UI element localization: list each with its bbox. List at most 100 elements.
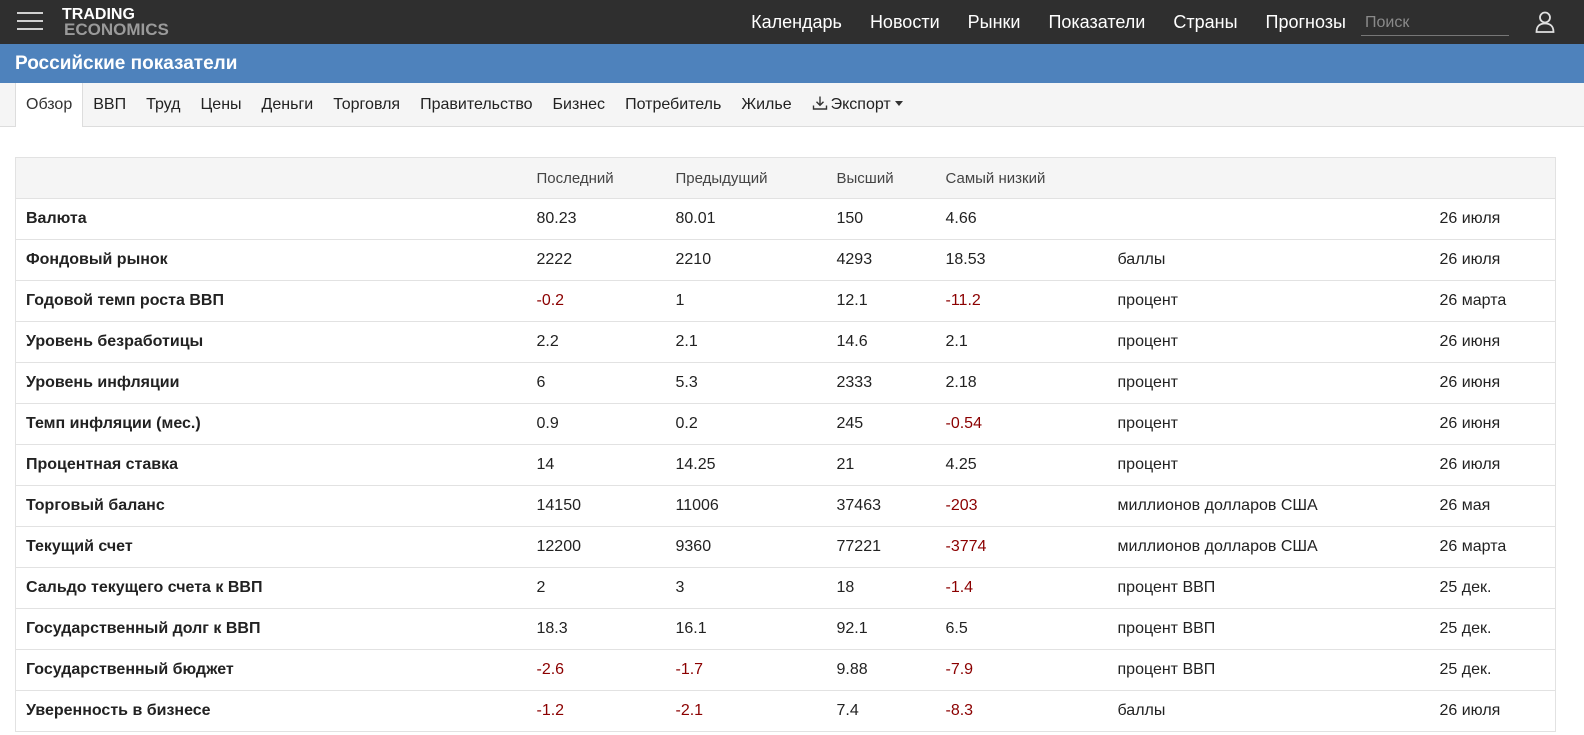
nav-forecasts[interactable]: Прогнозы bbox=[1266, 12, 1346, 33]
previous-value: 1 bbox=[665, 280, 827, 322]
low-value: -0.54 bbox=[935, 403, 1108, 445]
table-row[interactable]: Государственный долг к ВВП 18.3 16.1 92.1 6.… bbox=[15, 608, 1556, 650]
nav-markets[interactable]: Рынки bbox=[968, 12, 1021, 33]
tab-government[interactable]: Правительство bbox=[410, 83, 542, 127]
low-value: -8.3 bbox=[935, 690, 1108, 732]
export-label: Экспорт bbox=[830, 96, 891, 113]
indicator-name[interactable]: Государственный долг к ВВП bbox=[15, 608, 527, 650]
table-row[interactable]: Уровень инфляции 6 5.3 2333 2.18 процент 26 ию… bbox=[15, 362, 1556, 404]
unit-label: процент ВВП bbox=[1107, 567, 1430, 609]
table-row[interactable]: Государственный бюджет -2.6 -1.7 9.88 -7.9 пр… bbox=[15, 649, 1556, 691]
indicator-name[interactable]: Уровень безработицы bbox=[15, 321, 527, 363]
nav-indicators[interactable]: Показатели bbox=[1048, 12, 1145, 33]
high-value: 4293 bbox=[826, 239, 936, 281]
indicator-name[interactable]: Торговый баланс bbox=[15, 485, 527, 527]
header-unit bbox=[1107, 157, 1430, 199]
indicator-name[interactable]: Фондовый рынок bbox=[15, 239, 527, 281]
unit-label: процент bbox=[1107, 403, 1430, 445]
table-row[interactable]: Текущий счет 12200 9360 77221 -3774 миллионов… bbox=[15, 526, 1556, 568]
indicator-name[interactable]: Валюта bbox=[15, 198, 527, 240]
user-icon[interactable] bbox=[1535, 11, 1555, 33]
high-value: 92.1 bbox=[826, 608, 936, 650]
tab-labour[interactable]: Труд bbox=[136, 83, 190, 127]
indicator-name[interactable]: Темп инфляции (мес.) bbox=[15, 403, 527, 445]
indicator-name[interactable]: Текущий счет bbox=[15, 526, 527, 568]
table-row[interactable]: Уверенность в бизнесе -1.2 -2.1 7.4 -8.3 балл… bbox=[15, 690, 1556, 732]
page-title-bar: Российские показатели bbox=[0, 44, 1584, 83]
low-value: -3774 bbox=[935, 526, 1108, 568]
reference-date: 26 марта bbox=[1429, 280, 1556, 322]
previous-value: 5.3 bbox=[665, 362, 827, 404]
header-previous[interactable]: Предыдущий bbox=[665, 157, 827, 199]
tab-overview[interactable]: Обзор bbox=[15, 83, 84, 127]
unit-label: процент bbox=[1107, 321, 1430, 363]
table-row[interactable]: Темп инфляции (мес.) 0.9 0.2 245 -0.54 процен… bbox=[15, 403, 1556, 445]
previous-value: 16.1 bbox=[665, 608, 827, 650]
nav-countries[interactable]: Страны bbox=[1173, 12, 1237, 33]
low-value: 2.18 bbox=[935, 362, 1108, 404]
header-low[interactable]: Самый низкий bbox=[935, 157, 1108, 199]
unit-label: баллы bbox=[1107, 690, 1430, 732]
nav-calendar[interactable]: Календарь bbox=[751, 12, 842, 33]
high-value: 14.6 bbox=[826, 321, 936, 363]
unit-label: процент bbox=[1107, 444, 1430, 486]
last-value: 14150 bbox=[526, 485, 666, 527]
export-dropdown-button[interactable]: Экспорт bbox=[802, 83, 913, 127]
tab-money[interactable]: Деньги bbox=[252, 83, 324, 127]
previous-value: 14.25 bbox=[665, 444, 827, 486]
unit-label: процент bbox=[1107, 362, 1430, 404]
last-value: 12200 bbox=[526, 526, 666, 568]
tab-business[interactable]: Бизнес bbox=[543, 83, 616, 127]
chevron-down-icon bbox=[894, 101, 903, 106]
table-row[interactable]: Сальдо текущего счета к ВВП 2 3 18 -1.4 проце… bbox=[15, 567, 1556, 609]
low-value: 6.5 bbox=[935, 608, 1108, 650]
last-value: -1.2 bbox=[526, 690, 666, 732]
indicator-name[interactable]: Уровень инфляции bbox=[15, 362, 527, 404]
tab-housing[interactable]: Жилье bbox=[731, 83, 801, 127]
header-high[interactable]: Высший bbox=[826, 157, 936, 199]
search-input[interactable] bbox=[1361, 10, 1509, 36]
last-value: 0.9 bbox=[526, 403, 666, 445]
table-row[interactable]: Процентная ставка 14 14.25 21 4.25 процент 26 … bbox=[15, 444, 1556, 486]
indicator-name[interactable]: Государственный бюджет bbox=[15, 649, 527, 691]
unit-label: процент bbox=[1107, 280, 1430, 322]
previous-value: 3 bbox=[665, 567, 827, 609]
last-value: 2.2 bbox=[526, 321, 666, 363]
low-value: 2.1 bbox=[935, 321, 1108, 363]
trading-economics-logo[interactable]: TRADING ECONOMICS bbox=[62, 7, 169, 39]
last-value: 6 bbox=[526, 362, 666, 404]
high-value: 77221 bbox=[826, 526, 936, 568]
table-row[interactable]: Торговый баланс 14150 11006 37463 -203 миллио… bbox=[15, 485, 1556, 527]
low-value: 18.53 bbox=[935, 239, 1108, 281]
indicators-table-container: Последний Предыдущий Высший Самый низкий… bbox=[15, 157, 1556, 732]
reference-date: 25 дек. bbox=[1429, 608, 1556, 650]
indicator-tabs: Обзор ВВП Труд Цены Деньги Торговля Прав… bbox=[0, 83, 1584, 127]
table-row[interactable]: Фондовый рынок 2222 2210 4293 18.53 баллы 26 и… bbox=[15, 239, 1556, 281]
low-value: 4.66 bbox=[935, 198, 1108, 240]
previous-value: -2.1 bbox=[665, 690, 827, 732]
header-last[interactable]: Последний bbox=[526, 157, 666, 199]
low-value: -1.4 bbox=[935, 567, 1108, 609]
indicator-name[interactable]: Уверенность в бизнесе bbox=[15, 690, 527, 732]
last-value: 2 bbox=[526, 567, 666, 609]
last-value: -2.6 bbox=[526, 649, 666, 691]
indicator-name[interactable]: Сальдо текущего счета к ВВП bbox=[15, 567, 527, 609]
tab-prices[interactable]: Цены bbox=[190, 83, 251, 127]
high-value: 150 bbox=[826, 198, 936, 240]
table-row[interactable]: Уровень безработицы 2.2 2.1 14.6 2.1 процент 2… bbox=[15, 321, 1556, 363]
indicator-name[interactable]: Годовой темп роста ВВП bbox=[15, 280, 527, 322]
indicator-name[interactable]: Процентная ставка bbox=[15, 444, 527, 486]
page-title: Российские показатели bbox=[15, 53, 238, 74]
table-row[interactable]: Валюта 80.23 80.01 150 4.66 26 июля bbox=[15, 198, 1556, 240]
tab-consumer[interactable]: Потребитель bbox=[615, 83, 731, 127]
last-value: 14 bbox=[526, 444, 666, 486]
high-value: 2333 bbox=[826, 362, 936, 404]
table-row[interactable]: Годовой темп роста ВВП -0.2 1 12.1 -11.2 проц… bbox=[15, 280, 1556, 322]
previous-value: 80.01 bbox=[665, 198, 827, 240]
hamburger-menu-icon[interactable] bbox=[17, 10, 43, 32]
previous-value: -1.7 bbox=[665, 649, 827, 691]
tab-trade[interactable]: Торговля bbox=[323, 83, 410, 127]
nav-news[interactable]: Новости bbox=[870, 12, 940, 33]
high-value: 7.4 bbox=[826, 690, 936, 732]
tab-gdp[interactable]: ВВП bbox=[83, 83, 136, 127]
